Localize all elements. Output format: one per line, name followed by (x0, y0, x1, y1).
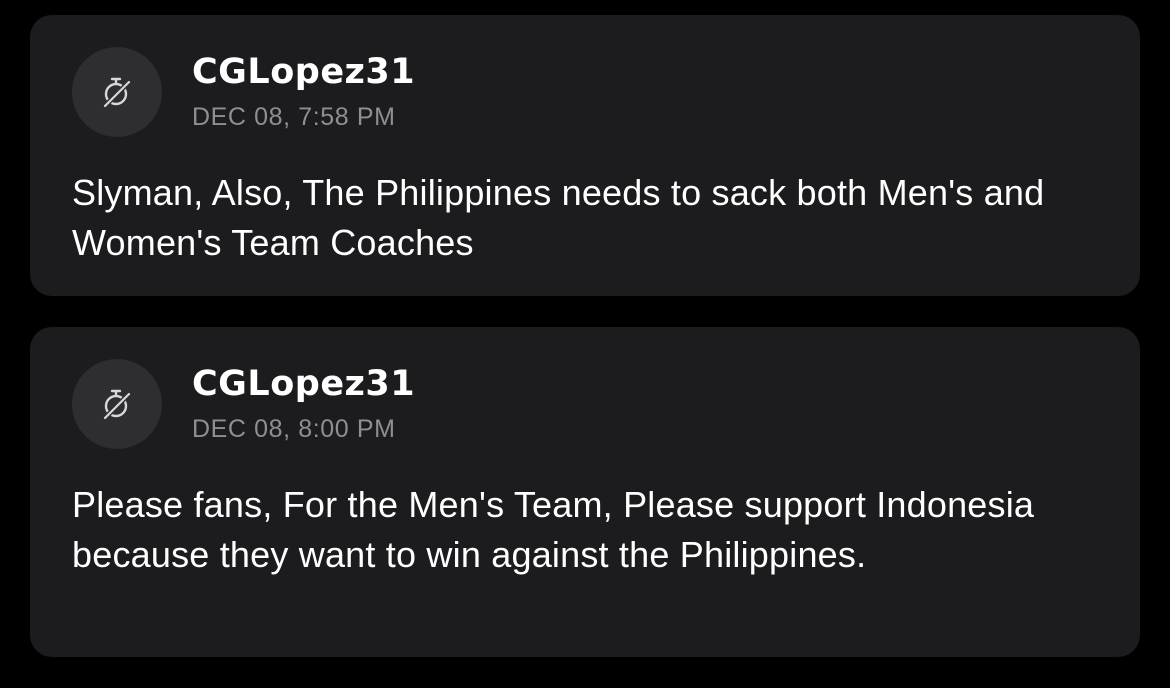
comment-text: Please fans, For the Men's Team, Please … (72, 484, 1035, 575)
avatar[interactable] (72, 359, 162, 449)
comment-text: Slyman, Also, The Philippines needs to s… (72, 172, 1045, 263)
timestamp: DEC 08, 7:58 PM (192, 103, 396, 131)
timestamp: DEC 08, 8:00 PM (192, 415, 396, 443)
comment-header: CGLopez31 DEC 08, 7:58 PM (72, 47, 1100, 151)
stopwatch-slash-icon (103, 389, 131, 420)
avatar[interactable] (72, 47, 162, 137)
username[interactable]: CGLopez31 (192, 363, 415, 405)
stopwatch-slash-icon (103, 77, 131, 108)
comment-meta: CGLopez31 DEC 08, 8:00 PM (192, 359, 415, 445)
comment-card[interactable]: CGLopez31 DEC 08, 7:58 PM Slyman, Also, … (30, 15, 1140, 296)
username[interactable]: CGLopez31 (192, 51, 415, 93)
comment-meta: CGLopez31 DEC 08, 7:58 PM (192, 47, 415, 133)
comment-feed: CGLopez31 DEC 08, 7:58 PM Slyman, Also, … (30, 15, 1140, 657)
comment-header: CGLopez31 DEC 08, 8:00 PM (72, 359, 1100, 463)
comment-card[interactable]: CGLopez31 DEC 08, 8:00 PM Please fans, F… (30, 327, 1140, 657)
